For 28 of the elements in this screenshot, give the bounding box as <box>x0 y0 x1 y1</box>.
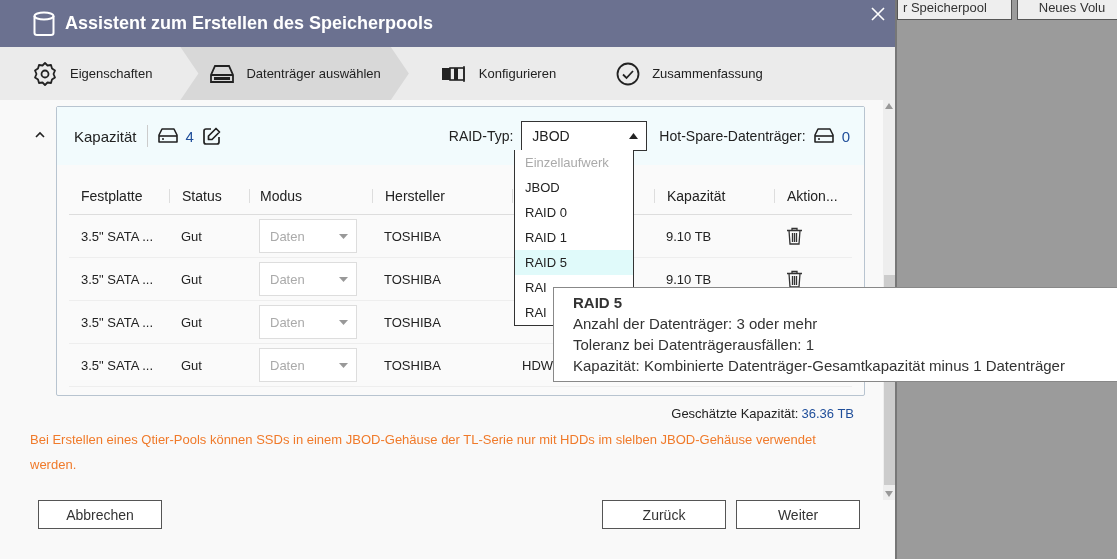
table-cell: TOSHIBA <box>384 271 441 287</box>
table-cell: 3.5" SATA ... <box>81 357 154 373</box>
table-cell: TOSHIBA <box>384 228 441 244</box>
table-cell: 3.5" SATA ... <box>81 271 154 287</box>
spare-count: 0 <box>841 127 850 145</box>
table-cell: 9.10 TB <box>666 271 712 287</box>
tooltip-line: Kapazität: Kombinierte Datenträger-Gesamtkapazität minus 1 Datenträger <box>573 356 1066 376</box>
table-cell: Gut <box>181 228 202 244</box>
warning-message: Bei Erstellen eines Qtier-Pools können SSDs in einem JBOD-Gehäuse der TL-Serie nur mit HDDs im slelben JBOD-Gehäuse verwendet werden. <box>30 431 817 474</box>
group-title: Kapazität <box>74 127 137 145</box>
estimate-label: Geschätzte Kapazität: <box>671 406 799 421</box>
estimate-value: 36.36 TB <box>801 406 854 421</box>
table-cell: TOSHIBA <box>384 357 441 373</box>
disk-count: 4 <box>185 127 194 145</box>
table-cell: 3.5" SATA ... <box>81 228 154 244</box>
hot-spare-label: Hot-Spare-Datenträger: <box>659 128 806 144</box>
tooltip-line: Toleranz bei Datenträgerausfällen: 1 <box>573 335 815 355</box>
table-cell: 3.5" SATA ... <box>81 314 154 330</box>
table-cell: Gut <box>181 314 202 330</box>
table-cell: Gut <box>181 271 202 287</box>
table-cell: TOSHIBA <box>384 314 441 330</box>
window-title: Assistent zum Erstellen des Speicherpools <box>65 13 434 34</box>
table-cell: Gut <box>181 357 202 373</box>
raid-type-label: RAID-Typ: <box>448 128 514 144</box>
table-cell: HDW <box>522 357 554 373</box>
tooltip-title: RAID 5 <box>573 293 624 313</box>
table-cell: 9.10 TB <box>666 228 712 244</box>
tooltip-line: Anzahl der Datenträger: 3 oder mehr <box>573 314 819 334</box>
